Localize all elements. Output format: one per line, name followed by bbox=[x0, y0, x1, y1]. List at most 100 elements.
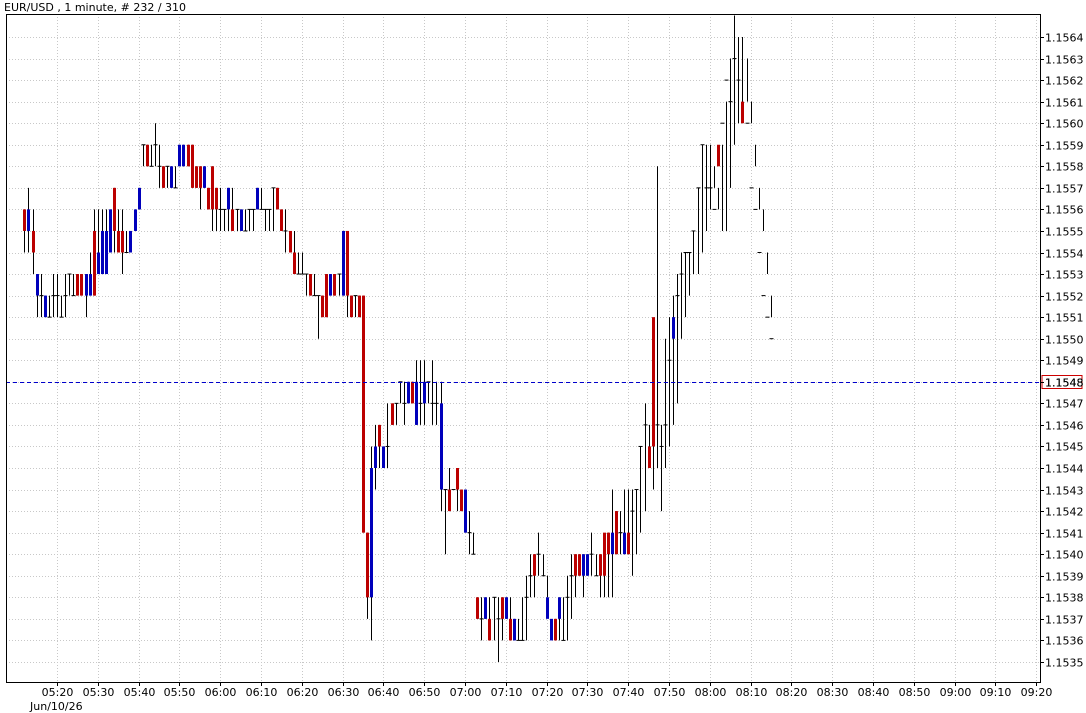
y-tick-label: 1.1539 bbox=[1045, 571, 1084, 584]
candle-body-up bbox=[505, 597, 508, 619]
candle-body-down bbox=[554, 618, 557, 641]
y-tick-label: 1.1546 bbox=[1045, 420, 1084, 433]
candle-body-down bbox=[627, 532, 630, 555]
candle-body-down bbox=[231, 209, 234, 231]
y-tick-label: 1.1562 bbox=[1045, 75, 1084, 88]
candle-body-up bbox=[97, 252, 100, 275]
candle-body-down bbox=[603, 532, 606, 576]
candle-body-down bbox=[476, 597, 479, 619]
candle-body-up bbox=[109, 209, 112, 253]
candle-body-down bbox=[187, 144, 190, 167]
date-label: Jun/10/26 bbox=[29, 700, 83, 713]
candle-body-up bbox=[227, 187, 230, 210]
x-tick-label: 09:10 bbox=[980, 686, 1012, 699]
candle-body-down bbox=[358, 295, 361, 318]
candle-body-down bbox=[350, 295, 353, 318]
candle-body-down bbox=[32, 230, 35, 253]
x-tick-label: 07:40 bbox=[613, 686, 645, 699]
candle-body-down bbox=[599, 554, 602, 576]
time-axis: 05:20 05:30 05:40 05:50 06:00 06:10 06:20 06:30… bbox=[42, 682, 1053, 699]
candles bbox=[23, 15, 774, 662]
y-tick-label: 1.1559 bbox=[1045, 140, 1084, 153]
candle-body-up bbox=[423, 381, 426, 404]
x-tick-label: 06:20 bbox=[287, 686, 319, 699]
candle-body-up bbox=[415, 381, 418, 425]
candle-body-down bbox=[215, 187, 218, 210]
candle-body-down bbox=[607, 532, 610, 555]
candle-body-down bbox=[501, 597, 504, 619]
candle-body-up bbox=[374, 446, 377, 468]
x-tick-label: 07:50 bbox=[654, 686, 686, 699]
y-tick-label: 1.1557 bbox=[1045, 183, 1084, 196]
candle-body-up bbox=[586, 554, 589, 576]
candle-body-down bbox=[456, 468, 459, 490]
candle-body-down bbox=[533, 554, 536, 576]
x-tick-label: 05:40 bbox=[124, 686, 156, 699]
candle-body-down bbox=[391, 403, 394, 425]
candle-body-up bbox=[342, 230, 345, 296]
candle-body-up bbox=[513, 618, 516, 641]
candle-body-up bbox=[36, 274, 39, 296]
candle-body-up bbox=[89, 274, 92, 296]
x-tick-label: 05:20 bbox=[42, 686, 74, 699]
candle-body-up bbox=[85, 274, 88, 296]
candle-body-up bbox=[203, 166, 206, 188]
candle-body-down bbox=[276, 187, 279, 210]
y-tick-label: 1.1543 bbox=[1045, 485, 1084, 498]
candle-body-down bbox=[207, 187, 210, 210]
candle-body-up bbox=[546, 597, 549, 619]
candle-body-down bbox=[333, 274, 336, 296]
candle-body-down bbox=[80, 274, 83, 296]
candle-body-up bbox=[558, 597, 561, 619]
x-tick-label: 08:40 bbox=[858, 686, 890, 699]
candle-body-up bbox=[611, 532, 614, 555]
y-tick-label: 1.1564 bbox=[1045, 32, 1084, 45]
candle-body-up bbox=[440, 403, 443, 490]
x-tick-label: 07:00 bbox=[450, 686, 482, 699]
candle-body-down bbox=[199, 166, 202, 188]
candle-body-down bbox=[325, 274, 328, 318]
candle-body-up bbox=[464, 489, 467, 533]
x-tick-label: 08:10 bbox=[736, 686, 768, 699]
y-tick-label: 1.1552 bbox=[1045, 291, 1084, 304]
x-tick-label: 08:50 bbox=[899, 686, 931, 699]
candle-body-down bbox=[574, 554, 577, 576]
x-tick-label: 08:00 bbox=[695, 686, 727, 699]
y-tick-label: 1.1550 bbox=[1045, 334, 1084, 347]
x-tick-label: 05:50 bbox=[164, 686, 196, 699]
candle-body-down bbox=[293, 252, 296, 275]
candle-body-down bbox=[93, 230, 96, 296]
y-tick-label: 1.1540 bbox=[1045, 549, 1084, 562]
grid-lines bbox=[6, 14, 1040, 682]
x-tick-label: 08:20 bbox=[776, 686, 808, 699]
candle-body-down bbox=[289, 230, 292, 253]
candle-body-up bbox=[44, 295, 47, 318]
x-tick-label: 06:00 bbox=[205, 686, 237, 699]
candle-body-down bbox=[211, 166, 214, 210]
candle-body-down bbox=[191, 144, 194, 188]
candle-body-up bbox=[129, 230, 132, 253]
candle-body-down bbox=[121, 230, 124, 253]
x-tick-label: 09:20 bbox=[1021, 686, 1053, 699]
candle-body-down bbox=[146, 144, 149, 167]
candle-body-down bbox=[195, 166, 198, 188]
candle-body-down bbox=[509, 618, 512, 641]
candle-body-down bbox=[280, 209, 283, 231]
y-tick-label: 1.1554 bbox=[1045, 248, 1084, 261]
candle-body-up bbox=[182, 144, 185, 167]
candlestick-chart: 1.1548 1.15641.15631.15621.15611.15601.1… bbox=[6, 14, 1084, 713]
y-tick-label: 1.1551 bbox=[1045, 312, 1084, 325]
candle-body-down bbox=[366, 532, 369, 598]
candle-body-down bbox=[460, 489, 463, 512]
candle-body-up bbox=[484, 597, 487, 619]
x-tick-label: 09:00 bbox=[940, 686, 972, 699]
candle-body-down bbox=[76, 274, 79, 296]
candle-body-up bbox=[382, 446, 385, 468]
x-tick-label: 07:10 bbox=[491, 686, 523, 699]
y-tick-label: 1.1563 bbox=[1045, 54, 1084, 67]
candle-body-down bbox=[648, 446, 651, 468]
plot-frame: 1.1548 bbox=[6, 14, 1084, 683]
x-tick-label: 06:50 bbox=[409, 686, 441, 699]
candle-body-up bbox=[170, 166, 173, 188]
y-tick-label: 1.1555 bbox=[1045, 226, 1084, 239]
